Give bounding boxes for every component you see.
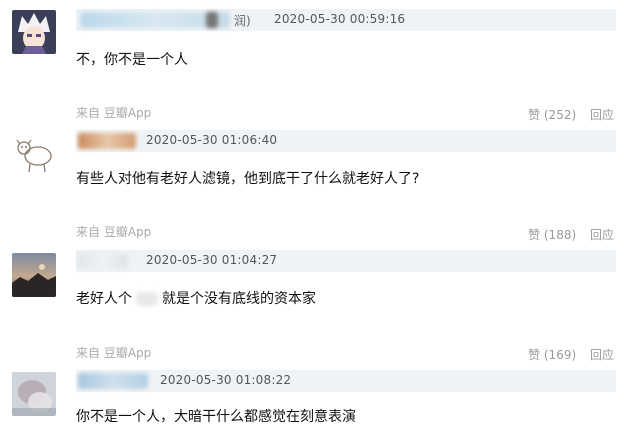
comment-text-part: 老好人个: [76, 291, 132, 307]
comment-timestamp: 2020-05-30 01:04:27: [146, 253, 278, 267]
comment-source: 来自 豆瓣App: [76, 225, 152, 239]
like-button[interactable]: 赞 (188): [528, 228, 576, 242]
comment-source: 来自 豆瓣App: [76, 106, 152, 120]
username-redacted: [78, 133, 136, 149]
comment-text: 有些人对他有老好人滤镜，他到底干了什么就老好人了?: [76, 171, 420, 187]
reply-button[interactable]: 回应: [590, 108, 614, 122]
avatar[interactable]: [12, 253, 56, 297]
comment-text-part: 就是个没有底线的资本家: [162, 291, 316, 307]
avatar[interactable]: [12, 372, 56, 416]
comment-meta-bar: 2020-05-30 01:06:40: [76, 130, 616, 152]
comment-meta-bar: 2020-05-30 01:04:27: [76, 250, 616, 272]
reply-button[interactable]: 回应: [590, 228, 614, 242]
reply-button[interactable]: 回应: [590, 348, 614, 362]
username-redacted: [78, 373, 148, 389]
username-redacted: [206, 12, 218, 28]
comment-actions: 赞 (252) 回应: [518, 106, 614, 123]
comment-meta-bar: 2020-05-30 01:08:22: [76, 370, 616, 392]
comment-text: 不，你不是一个人: [76, 52, 188, 68]
avatar[interactable]: [12, 132, 56, 176]
like-button[interactable]: 赞 (252): [528, 108, 576, 122]
username-redacted: [78, 253, 128, 269]
comment-source: 来自 豆瓣App: [76, 346, 152, 360]
avatar[interactable]: [12, 10, 56, 54]
comment-timestamp: 2020-05-30 01:08:22: [160, 373, 292, 387]
comment-actions: 赞 (188) 回应: [518, 226, 614, 243]
comment-meta-bar: 润) 2020-05-30 00:59:16: [76, 9, 616, 31]
meta-suffix: 润): [234, 14, 251, 28]
comment-text: 你不是一个人，大暗干什么都感觉在刻意表演: [76, 409, 356, 425]
redacted-word: [136, 292, 158, 306]
comment-timestamp: 2020-05-30 00:59:16: [274, 12, 406, 26]
like-button[interactable]: 赞 (169): [528, 348, 576, 362]
comment-timestamp: 2020-05-30 01:06:40: [146, 133, 278, 147]
comment-actions: 赞 (169) 回应: [518, 346, 614, 363]
comment-text: 老好人个 就是个没有底线的资本家: [76, 288, 316, 308]
